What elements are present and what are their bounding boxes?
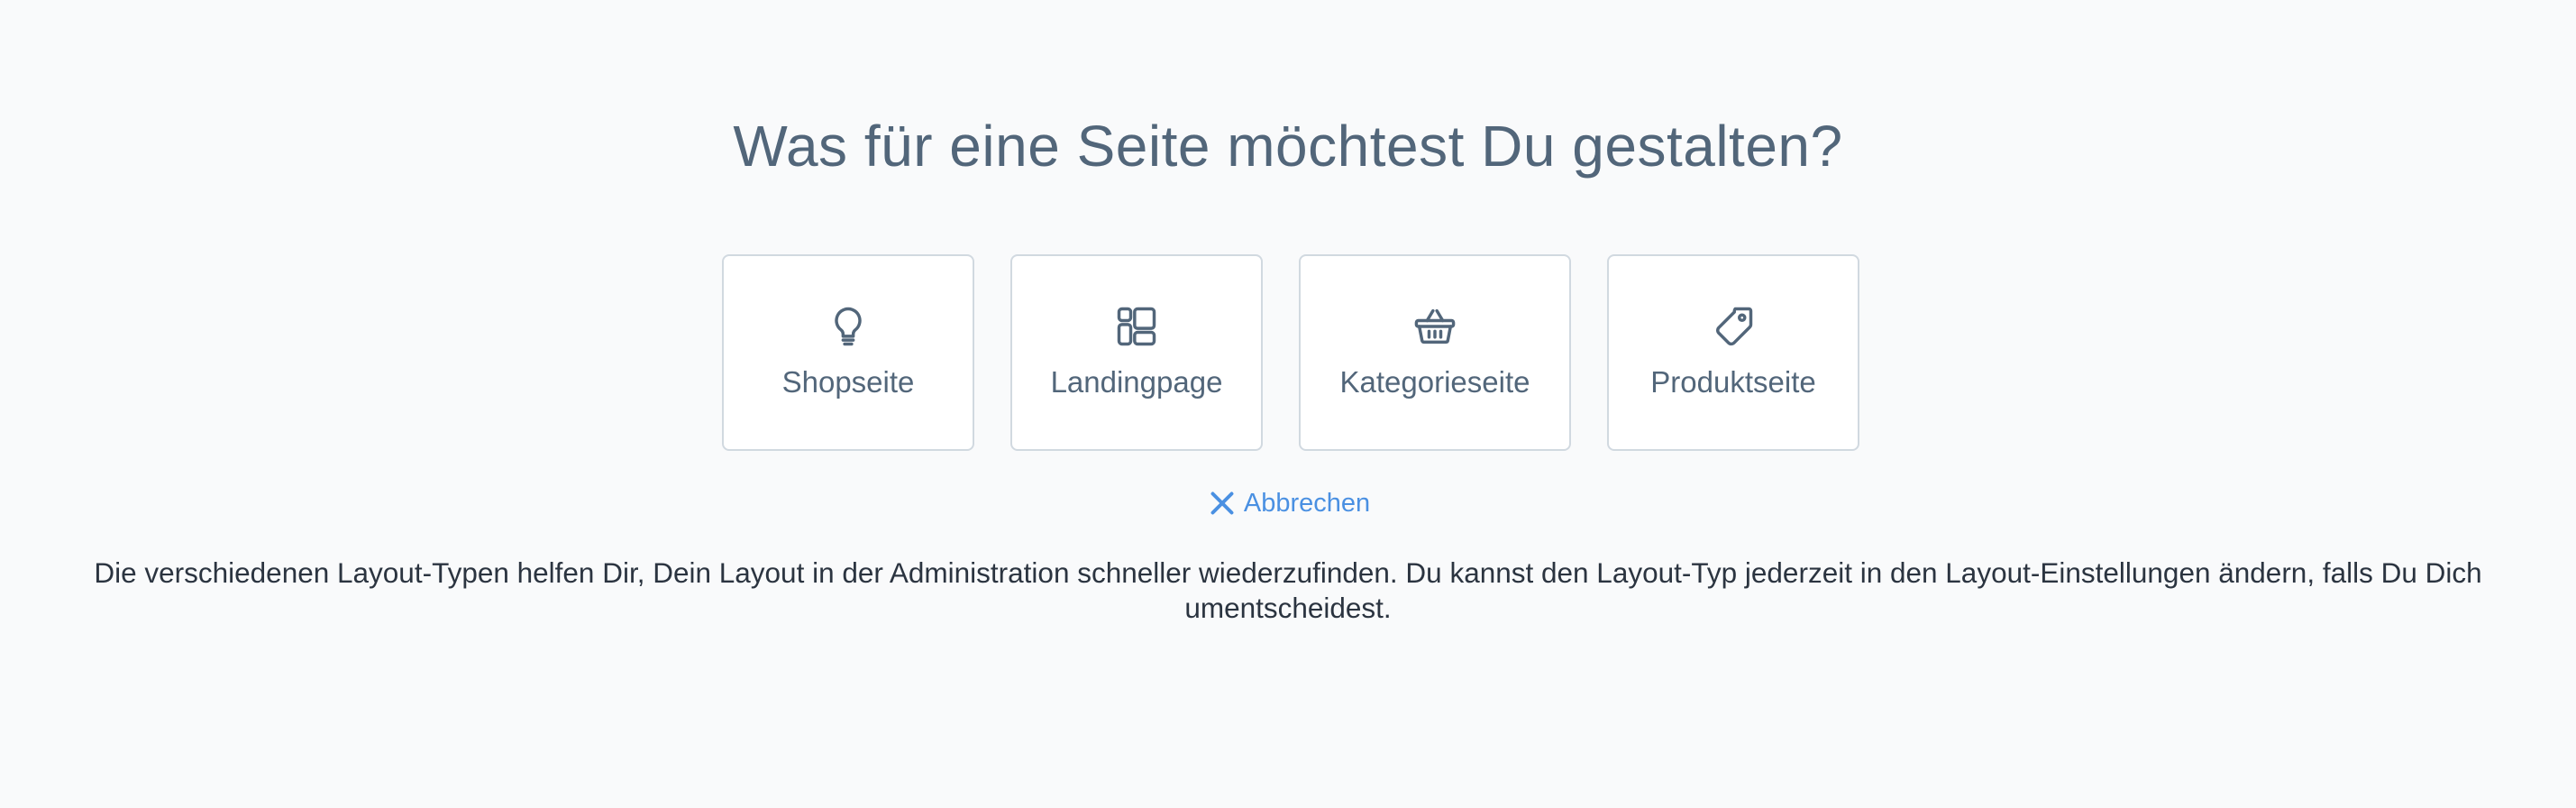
lightbulb-icon — [825, 303, 872, 350]
close-icon — [1206, 487, 1238, 519]
option-label: Kategorieseite — [1339, 365, 1530, 399]
option-label: Shopseite — [781, 365, 915, 399]
info-text: Die verschiedenen Layout-Typen helfen Di… — [94, 556, 2482, 624]
option-label: Landingpage — [1050, 365, 1223, 399]
option-card-kategorieseite[interactable]: Kategorieseite — [1299, 254, 1571, 451]
layout-grid-icon — [1113, 303, 1160, 350]
layout-type-options: Shopseite Landingpage Kategorieseite Pro… — [0, 254, 2576, 451]
cancel-button[interactable]: Abbrechen — [0, 487, 2576, 519]
option-card-landingpage[interactable]: Landingpage — [1010, 254, 1263, 451]
option-card-shopseite[interactable]: Shopseite — [722, 254, 974, 451]
page-title: Was für eine Seite möchtest Du gestalten… — [733, 114, 1843, 179]
option-card-produktseite[interactable]: Produktseite — [1607, 254, 1859, 451]
tag-icon — [1710, 303, 1757, 350]
option-label: Produktseite — [1650, 365, 1816, 399]
basket-icon — [1411, 303, 1458, 350]
cancel-label: Abbrechen — [1243, 488, 1371, 518]
layout-type-page: Was für eine Seite möchtest Du gestalten… — [0, 0, 2576, 808]
